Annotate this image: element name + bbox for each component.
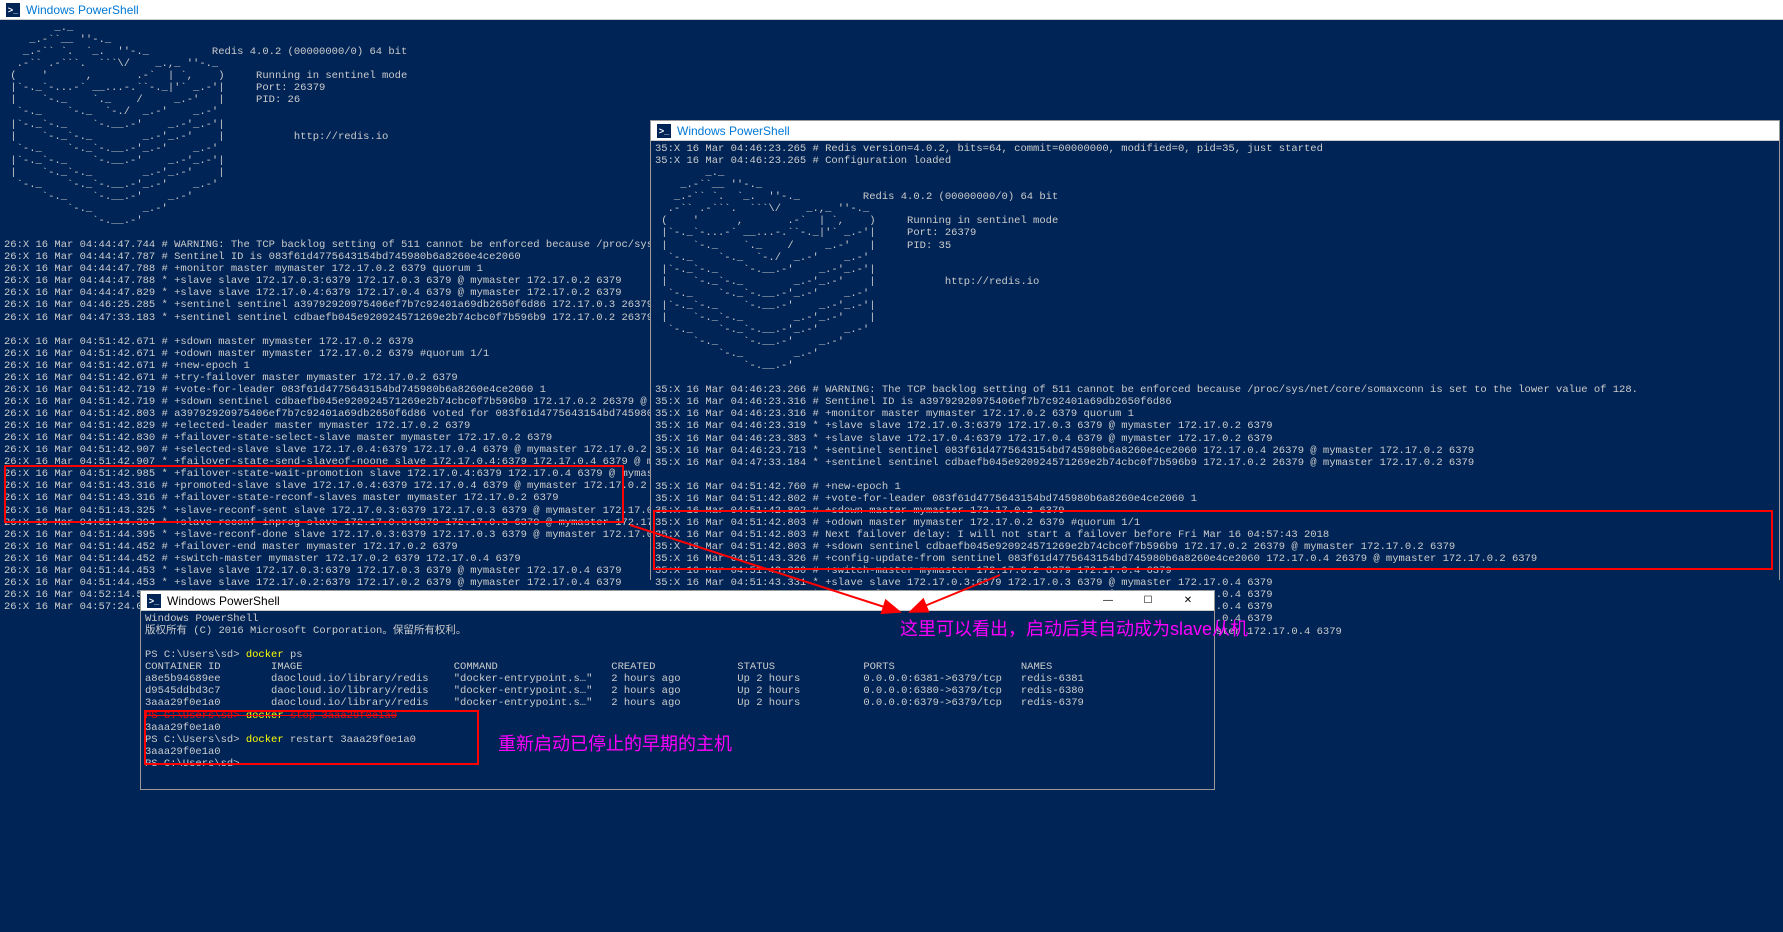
powershell-window-2: >_ Windows PowerShell 35:X 16 Mar 04:46:… (650, 120, 1780, 580)
terminal-output-2[interactable]: 35:X 16 Mar 04:46:23.265 # Redis version… (651, 141, 1779, 640)
window-title-3: Windows PowerShell (167, 594, 280, 608)
powershell-icon: >_ (657, 124, 671, 138)
close-button[interactable]: ✕ (1168, 591, 1208, 611)
titlebar-1[interactable]: >_ Windows PowerShell (0, 0, 1783, 20)
annotation-text-1: 这里可以看出，启动后其自动成为slave从机 (900, 615, 1248, 641)
titlebar-3[interactable]: >_ Windows PowerShell — ☐ ✕ (141, 591, 1214, 611)
annotation-text-2: 重新启动已停止的早期的主机 (498, 730, 732, 756)
minimize-button[interactable]: — (1088, 591, 1128, 611)
window-title-2: Windows PowerShell (677, 124, 790, 138)
window-title-1: Windows PowerShell (26, 3, 139, 17)
powershell-icon: >_ (147, 594, 161, 608)
maximize-button[interactable]: ☐ (1128, 591, 1168, 611)
powershell-icon: >_ (6, 3, 20, 17)
titlebar-2[interactable]: >_ Windows PowerShell (651, 121, 1779, 141)
